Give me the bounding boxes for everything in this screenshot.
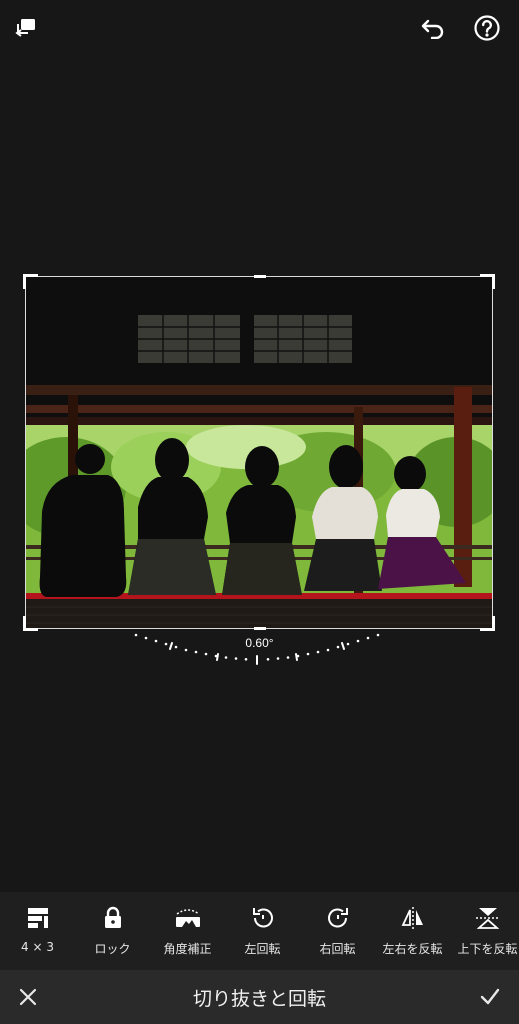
tool-label: 左右を反転 <box>382 942 443 956</box>
tool-label: 右回転 <box>319 942 356 956</box>
tool-aspect-ratio[interactable]: 4 × 3 <box>0 892 75 970</box>
tool-label: 上下を反転 <box>457 942 518 956</box>
screen-title: 切り抜きと回転 <box>192 988 326 1010</box>
check-icon[interactable] <box>476 984 504 1010</box>
tool-flip-vertical[interactable]: 上下を反転 <box>450 892 519 970</box>
tool-rotate-right[interactable]: 右回転 <box>300 892 375 970</box>
crop-canvas[interactable]: 0.60° <box>0 56 519 892</box>
help-icon[interactable] <box>472 13 502 43</box>
angle-value: 0.60° <box>245 636 274 650</box>
tool-label: 左回転 <box>244 942 281 956</box>
tool-label: 角度補正 <box>163 942 212 956</box>
rotate-right-icon <box>325 906 351 930</box>
tool-label: 4 × 3 <box>21 940 54 954</box>
undo-icon[interactable] <box>418 14 448 42</box>
tool-lock[interactable]: ロック <box>75 892 150 970</box>
flip-horizontal-icon <box>400 906 426 930</box>
tool-flip-horizontal[interactable]: 左右を反転 <box>375 892 450 970</box>
tool-label: ロック <box>94 942 131 956</box>
lock-icon <box>102 906 124 930</box>
photo <box>26 277 492 628</box>
flip-vertical-icon <box>475 906 501 930</box>
top-bar <box>0 0 519 56</box>
bottom-bar: 切り抜きと回転 <box>0 970 519 1024</box>
aspect-ratio-icon <box>25 906 51 930</box>
rotate-left-icon <box>250 906 276 930</box>
crop-toolbar: 4 × 3 ロック 角度補正 左回転 右回転 左右を反転 上下を反転 <box>0 892 519 970</box>
compare-icon[interactable] <box>12 14 40 40</box>
tool-rotate-left[interactable]: 左回転 <box>225 892 300 970</box>
straighten-icon <box>173 906 203 930</box>
tool-straighten[interactable]: 角度補正 <box>150 892 225 970</box>
photo-image <box>26 277 492 628</box>
